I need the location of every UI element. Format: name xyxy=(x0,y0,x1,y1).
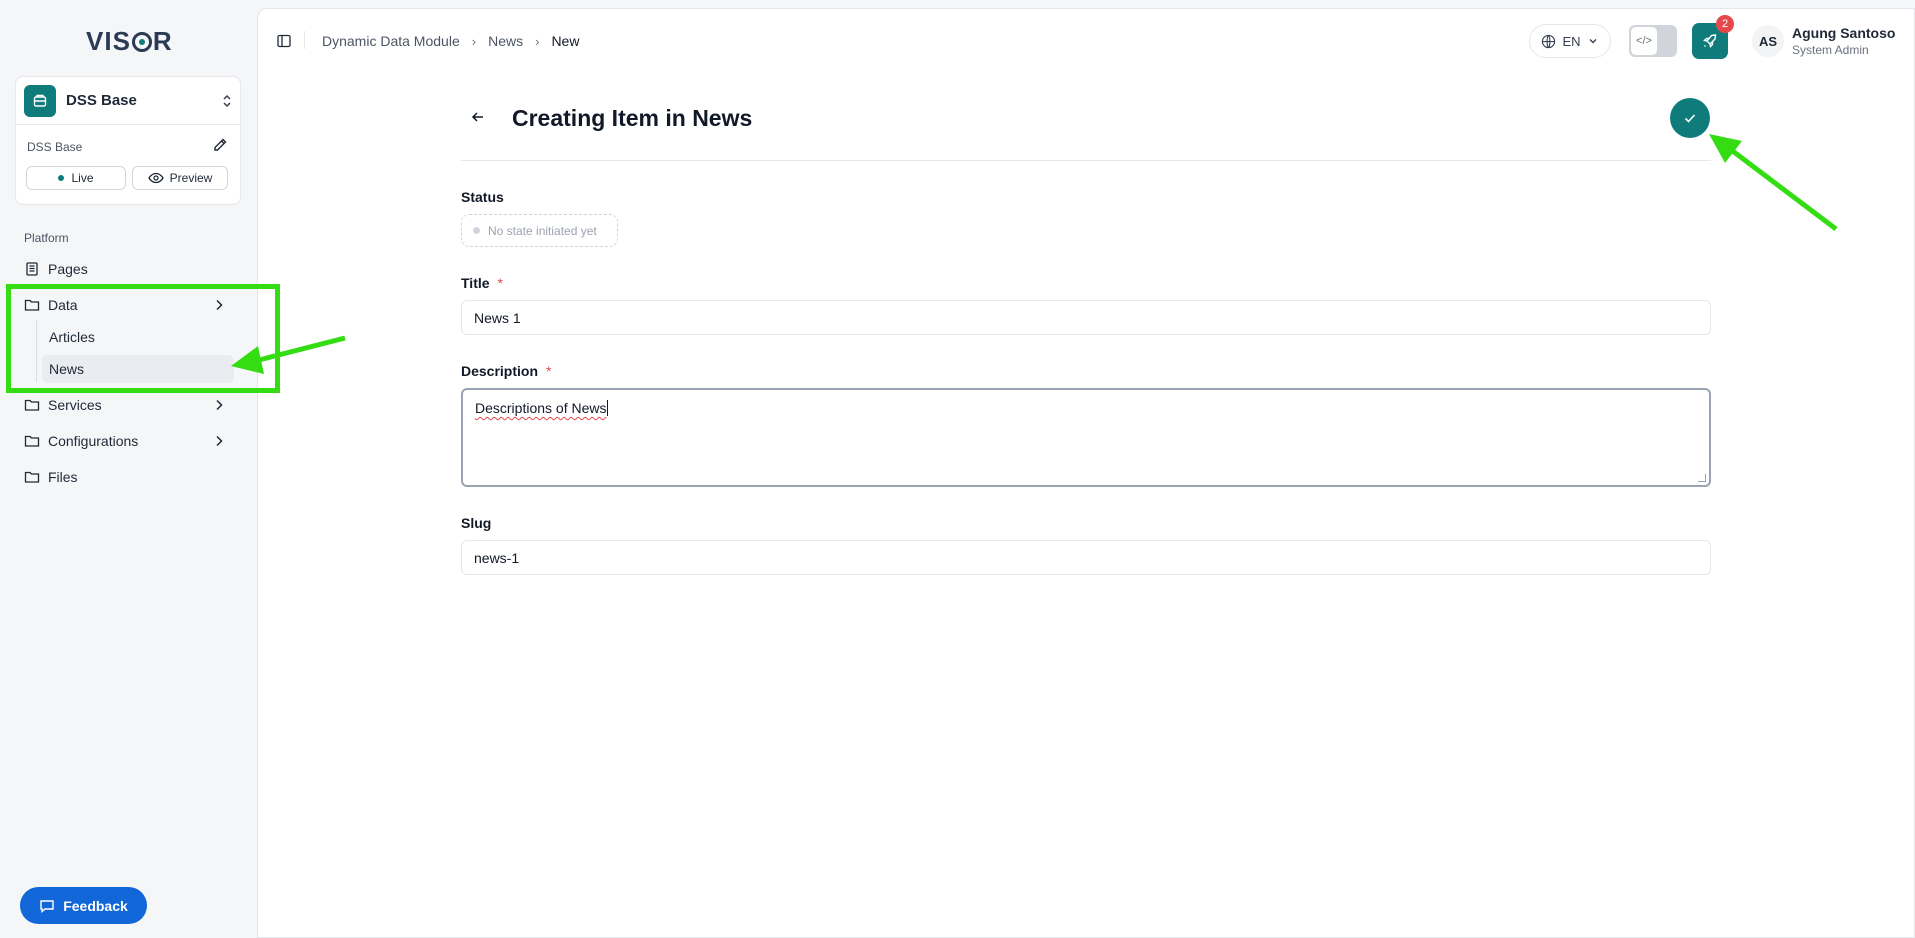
title-input-value: News 1 xyxy=(474,309,521,326)
folder-icon xyxy=(24,399,40,411)
sidebar-item-files[interactable]: Files xyxy=(24,463,239,491)
breadcrumb: Dynamic Data Module › News › New xyxy=(322,33,579,49)
language-selector[interactable]: EN xyxy=(1529,24,1611,58)
breadcrumb-news[interactable]: News xyxy=(488,33,523,49)
description-field-label: Description * xyxy=(461,363,551,379)
required-mark: * xyxy=(546,363,552,379)
rocket-icon xyxy=(1703,34,1717,48)
back-arrow-icon[interactable] xyxy=(470,109,486,130)
sidebar-toggle-icon[interactable] xyxy=(276,33,292,54)
chevron-right-icon: › xyxy=(535,33,540,49)
title-label-text: Title xyxy=(461,275,490,291)
section-label-platform: Platform xyxy=(24,231,69,245)
status-dot xyxy=(473,227,480,234)
globe-icon xyxy=(1542,34,1556,48)
breadcrumb-dynamic-data-module[interactable]: Dynamic Data Module xyxy=(322,33,460,49)
sidebar-item-services[interactable]: Services xyxy=(24,391,239,419)
topbar: Dynamic Data Module › News › New EN </> … xyxy=(258,9,1914,73)
folder-icon xyxy=(24,471,40,483)
avatar[interactable]: AS xyxy=(1752,25,1784,57)
chevron-right-icon xyxy=(216,435,223,447)
project-name: DSS Base xyxy=(66,92,137,109)
slug-input[interactable]: news-1 xyxy=(461,540,1711,575)
feedback-button[interactable]: Feedback xyxy=(20,887,147,924)
description-textarea[interactable]: Descriptions of News xyxy=(461,388,1711,487)
code-view-toggle[interactable]: </> xyxy=(1629,25,1677,57)
folder-icon xyxy=(24,435,40,447)
feedback-label: Feedback xyxy=(63,897,128,914)
notification-badge: 2 xyxy=(1716,15,1734,33)
title-input[interactable]: News 1 xyxy=(461,300,1711,335)
edit-pencil-icon[interactable] xyxy=(212,137,228,156)
page-title: Creating Item in News xyxy=(512,105,753,131)
chevron-down-icon xyxy=(1589,39,1597,44)
database-icon xyxy=(24,84,56,117)
language-label: EN xyxy=(1562,33,1581,49)
topbar-separator xyxy=(304,31,305,49)
sidebar-item-label: Pages xyxy=(48,261,88,277)
status-value: No state initiated yet xyxy=(488,223,597,238)
required-mark: * xyxy=(497,275,503,291)
text-caret xyxy=(606,400,608,416)
status-badge: No state initiated yet xyxy=(461,214,618,247)
message-icon xyxy=(40,899,54,913)
chevron-right-icon xyxy=(216,399,223,411)
chevron-right-icon: › xyxy=(471,33,477,49)
sidebar-item-pages[interactable]: Pages xyxy=(24,255,239,283)
slug-label: Slug xyxy=(461,515,492,531)
project-switcher[interactable]: DSS Base xyxy=(16,77,240,125)
sidebar-item-label: Files xyxy=(48,469,78,485)
save-button[interactable] xyxy=(1670,98,1710,138)
breadcrumb-current: New xyxy=(551,33,580,49)
status-label: Status xyxy=(461,189,504,205)
resize-handle[interactable] xyxy=(1698,474,1706,482)
live-button[interactable]: Live xyxy=(26,166,126,190)
sidebar-item-configurations[interactable]: Configurations xyxy=(24,427,239,455)
slug-input-value: news-1 xyxy=(474,549,520,566)
book-icon xyxy=(26,262,38,276)
project-switcher-card: DSS Base DSS Base Live Preview xyxy=(15,76,241,205)
code-icon: </> xyxy=(1631,27,1657,55)
chevrons-up-down-icon xyxy=(222,94,232,108)
live-status-dot xyxy=(58,175,65,181)
description-value: Descriptions of News xyxy=(475,400,607,416)
preview-label: Preview xyxy=(169,171,213,185)
title-divider xyxy=(461,160,1711,161)
preview-button[interactable]: Preview xyxy=(132,166,228,190)
annotation-highlight-box xyxy=(6,284,280,393)
project-subtitle: DSS Base xyxy=(27,139,83,154)
sidebar: VIS R DSS Base DSS Base Live Preview Pla… xyxy=(0,0,256,938)
user-name: Agung Santoso xyxy=(1792,25,1896,41)
sidebar-item-label: Services xyxy=(48,397,102,413)
sidebar-item-label: Configurations xyxy=(48,433,139,449)
main-panel: Dynamic Data Module › News › New EN </> … xyxy=(257,8,1915,938)
title-field-label: Title * xyxy=(461,275,503,291)
live-label: Live xyxy=(71,171,94,185)
eye-icon xyxy=(147,172,164,184)
check-icon xyxy=(1684,114,1696,123)
user-role: System Admin xyxy=(1792,43,1869,57)
description-label-text: Description xyxy=(461,363,539,379)
visor-logo[interactable]: VIS R xyxy=(86,26,173,57)
